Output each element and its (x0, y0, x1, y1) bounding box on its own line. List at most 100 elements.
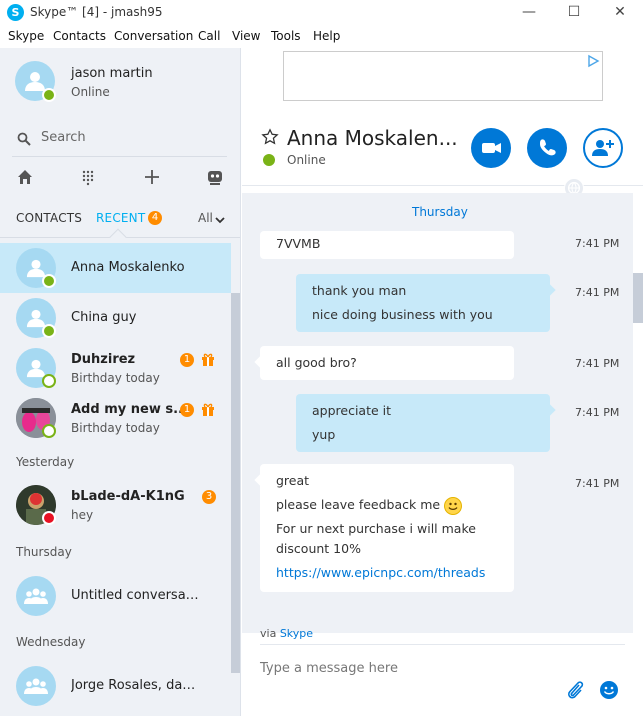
avatar (16, 298, 56, 338)
person-icon (26, 359, 46, 378)
conversation-name: Duhzirez (71, 352, 136, 367)
message-input[interactable]: Type a message here (260, 661, 398, 676)
call-button[interactable] (527, 128, 567, 168)
title-bar: S Skype™ [4] - jmash95 — ☐ ✕ (0, 0, 643, 26)
message-time: 7:41 PM (575, 286, 620, 299)
conversation-subtitle: Birthday today (71, 371, 160, 385)
message-bubble[interactable]: great please leave feedback me For ur ne… (260, 464, 514, 592)
message-text: discount 10% (276, 541, 361, 556)
chat-status: Online (287, 153, 326, 167)
favorite-star-icon[interactable] (261, 128, 279, 146)
menu-contacts[interactable]: Contacts (53, 29, 106, 43)
conversation-item[interactable]: China guy (0, 293, 231, 343)
conversation-item[interactable]: Jorge Rosales, damari... (0, 661, 231, 711)
search-divider (12, 156, 227, 157)
search-label: Search (41, 130, 86, 145)
message-link[interactable]: https://www.epicnpc.com/threads (276, 561, 498, 585)
message-time: 7:41 PM (575, 406, 620, 419)
menu-view[interactable]: View (232, 29, 260, 43)
via-label: via Skype (260, 627, 313, 640)
add-person-icon (592, 140, 614, 156)
via-skype-link[interactable]: Skype (280, 627, 313, 640)
tab-recent[interactable]: RECENT (96, 211, 145, 225)
message-list: Thursday 7VVMB 7:41 PM thank you man nic… (242, 193, 633, 633)
message-bubble[interactable]: thank you man nice doing business with y… (296, 274, 550, 332)
add-people-button[interactable] (583, 128, 623, 168)
plus-icon[interactable] (142, 167, 162, 187)
conversation-item[interactable]: Anna Moskalenko (0, 243, 231, 293)
menu-skype[interactable]: Skype (8, 29, 44, 43)
home-icon[interactable] (15, 167, 35, 187)
via-prefix: via (260, 627, 277, 640)
menu-bar: Skype Contacts Conversation Call View To… (0, 26, 643, 48)
chat-title[interactable]: Anna Moskalen... (287, 126, 458, 150)
skype-logo-icon: S (7, 4, 24, 21)
avatar (16, 348, 56, 388)
away-status-icon (42, 374, 56, 388)
paperclip-icon[interactable] (565, 679, 585, 701)
avatar (16, 666, 56, 706)
person-icon (26, 309, 46, 328)
conversation-item[interactable]: Duhzirez Birthday today 1 (0, 343, 231, 393)
message-text: appreciate it (312, 403, 392, 418)
message-bubble[interactable]: 7VVMB (260, 231, 514, 259)
video-camera-icon (482, 143, 501, 153)
ad-banner[interactable] (283, 51, 603, 101)
sidebar: jason martin Online Search CONTACTS RECE… (0, 48, 241, 716)
bot-icon[interactable] (205, 167, 225, 187)
unread-badge: 1 (180, 353, 194, 367)
search-box[interactable]: Search (17, 130, 227, 150)
section-yesterday: Yesterday (16, 455, 75, 469)
message-text: thank you man (312, 283, 407, 298)
dialpad-icon[interactable] (78, 167, 98, 187)
conversation-name: Add my new s... (71, 402, 188, 417)
message-text: all good bro? (276, 355, 357, 370)
conversation-item[interactable]: Add my new s... Birthday today 1 (0, 393, 231, 443)
profile-status[interactable]: Online (71, 85, 110, 99)
conversation-item[interactable]: bLade-dA-K1nG hey 3 (0, 480, 231, 530)
tab-contacts[interactable]: CONTACTS (16, 211, 82, 225)
message-time: 7:41 PM (575, 357, 620, 370)
sidebar-scrollbar[interactable] (231, 293, 240, 673)
filter-dropdown[interactable]: All (198, 211, 225, 225)
day-separator: Thursday (412, 205, 468, 219)
message-bubble[interactable]: appreciate it yup (296, 394, 550, 452)
menu-help[interactable]: Help (313, 29, 340, 43)
menu-call[interactable]: Call (198, 29, 220, 43)
message-text: 7VVMB (276, 236, 321, 251)
chevron-down-icon (215, 217, 225, 224)
recent-count-badge: 4 (148, 211, 162, 225)
online-status-icon (42, 274, 56, 288)
emoticon-icon[interactable] (598, 679, 620, 701)
do-not-disturb-icon (42, 511, 56, 525)
profile-name[interactable]: jason martin (71, 66, 153, 81)
menu-conversation[interactable]: Conversation (114, 29, 193, 43)
close-button[interactable]: ✕ (597, 0, 643, 26)
video-call-button[interactable] (471, 128, 511, 168)
maximize-button[interactable]: ☐ (551, 0, 597, 26)
message-text: great (276, 473, 310, 488)
search-icon (17, 132, 31, 146)
conversation-item[interactable]: Untitled conversation (0, 571, 231, 621)
conversation-name: Anna Moskalenko (71, 260, 185, 275)
conversation-subtitle: hey (71, 508, 94, 522)
menu-tools[interactable]: Tools (271, 29, 301, 43)
unread-badge: 3 (202, 490, 216, 504)
minimize-button[interactable]: — (506, 0, 552, 26)
window-title: Skype™ [4] - jmash95 (30, 5, 163, 19)
chat-scrollbar[interactable] (633, 273, 643, 323)
conversation-name: Untitled conversation (71, 588, 201, 603)
conversation-list: Anna Moskalenko China guy Duhzirez Birth… (0, 243, 231, 716)
chat-pane: Anna Moskalen... Online Thursday 7VVMB 7… (242, 48, 643, 716)
person-icon (26, 259, 46, 278)
away-status-icon (42, 424, 56, 438)
group-icon (24, 588, 48, 604)
message-text: nice doing business with you (312, 307, 493, 322)
message-bubble[interactable]: all good bro? (260, 346, 514, 380)
avatar (16, 398, 56, 438)
message-text: For ur next purchase i will make (276, 521, 476, 536)
ad-choices-icon[interactable] (586, 54, 600, 68)
unread-badge: 1 (180, 403, 194, 417)
message-text: please leave feedback me (276, 493, 498, 517)
message-time: 7:41 PM (575, 237, 620, 250)
